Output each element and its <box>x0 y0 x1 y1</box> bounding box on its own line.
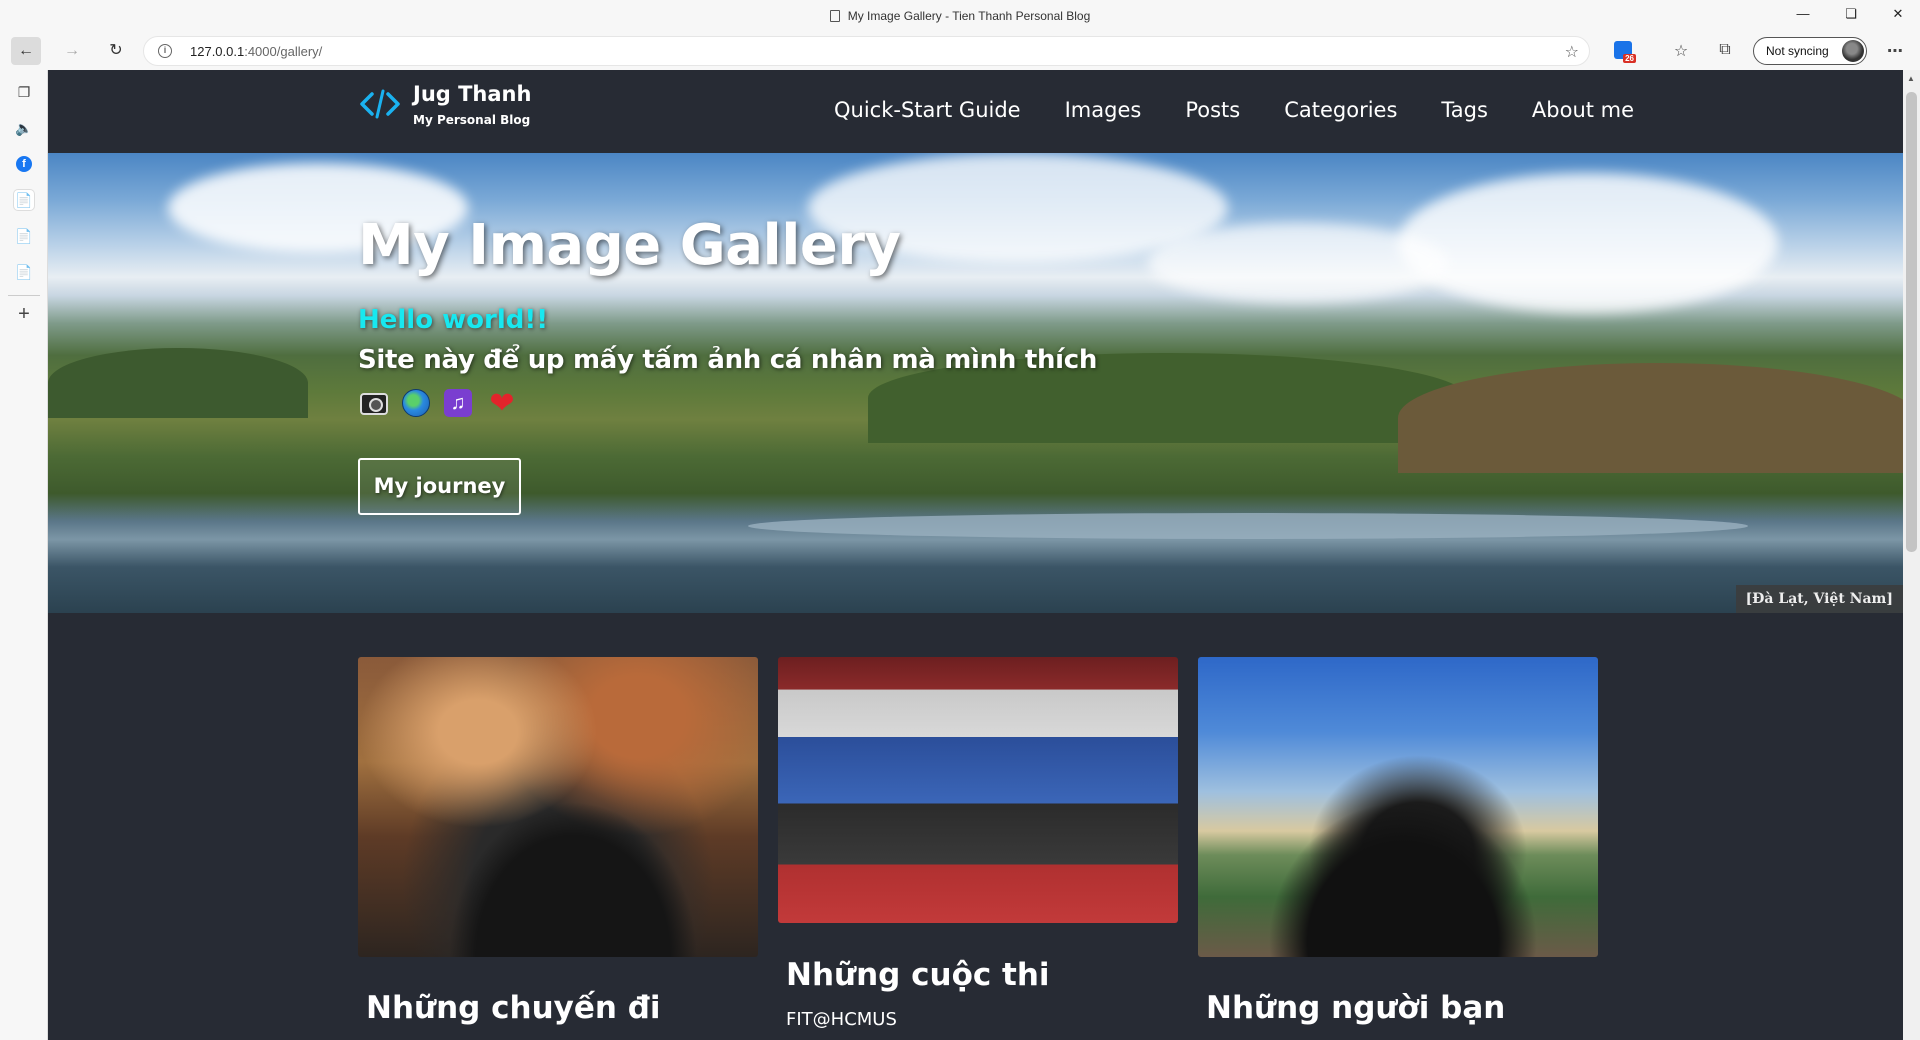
gallery-image-friends[interactable] <box>1198 657 1598 957</box>
extension-icon[interactable]: 26 <box>1614 41 1636 63</box>
page-tab-icon[interactable]: 📄 <box>14 190 34 210</box>
hero-icons: ♫ ❤ <box>360 389 518 419</box>
facebook-tab-icon[interactable]: f <box>16 156 32 172</box>
divider <box>8 295 40 296</box>
gallery-card-title[interactable]: Những người bạn <box>1206 990 1505 1026</box>
site-info-icon[interactable]: i <box>158 44 172 58</box>
tab-title-text: My Image Gallery - Tien Thanh Personal B… <box>847 9 1091 23</box>
globe-icon <box>402 389 430 417</box>
music-icon: ♫ <box>444 389 472 417</box>
gallery-image-trips[interactable] <box>358 657 758 957</box>
page-viewport: Jug Thanh My Personal Blog Quick-Start G… <box>48 70 1903 1040</box>
nav-categories[interactable]: Categories <box>1262 90 1419 130</box>
url-path: :4000/gallery/ <box>244 44 323 59</box>
favorites-icon[interactable]: ☆ <box>1670 41 1692 61</box>
tab-title: My Image Gallery - Tien Thanh Personal B… <box>0 9 1920 23</box>
brand-subtitle: My Personal Blog <box>413 113 531 127</box>
scroll-up-arrow[interactable]: ▲ <box>1907 74 1915 83</box>
maximize-button[interactable]: ❏ <box>1829 0 1873 30</box>
image-caption: [Đà Lạt, Việt Nam] <box>1735 585 1903 613</box>
gallery-card-title[interactable]: Những cuộc thi <box>786 957 1050 993</box>
browser-toolbar: ← → ↻ i 127.0.0.1:4000/gallery/ ☆ <box>0 33 1920 70</box>
minimize-button[interactable]: — <box>1781 0 1825 30</box>
nav-images[interactable]: Images <box>1043 90 1164 130</box>
hero-description: Site này để up mấy tấm ảnh cá nhân mà mì… <box>358 345 1098 375</box>
hill <box>1398 363 1903 473</box>
url-host: 127.0.0.1 <box>190 44 245 59</box>
photo-figures <box>448 801 698 957</box>
my-journey-button[interactable]: My journey <box>358 458 521 515</box>
heart-icon: ❤ <box>489 387 515 420</box>
cloud <box>1148 223 1448 303</box>
site-navbar: Jug Thanh My Personal Blog Quick-Start G… <box>48 70 1903 153</box>
back-button[interactable]: ← <box>11 37 41 65</box>
page-tab-icon[interactable]: 📄 <box>14 226 34 246</box>
gallery-card-title[interactable]: Những chuyến đi <box>366 990 661 1026</box>
more-menu-icon[interactable]: ⋯ <box>1884 41 1906 61</box>
address-bar[interactable]: i 127.0.0.1:4000/gallery/ ☆ <box>143 36 1590 66</box>
gallery-card-subtitle: FIT@HCMUS <box>786 1009 897 1030</box>
collections-icon[interactable]: ⧉ <box>1714 41 1736 59</box>
browser-titlebar: My Image Gallery - Tien Thanh Personal B… <box>0 0 1920 33</box>
nav-about-me[interactable]: About me <box>1510 90 1656 130</box>
main-nav: Quick-Start Guide Images Posts Categorie… <box>812 90 1656 130</box>
tab-actions-icon[interactable]: ❐ <box>14 82 34 102</box>
sync-label: Not syncing <box>1766 44 1829 58</box>
camera-icon <box>360 393 388 415</box>
nav-posts[interactable]: Posts <box>1163 90 1262 130</box>
reload-button[interactable]: ↻ <box>101 37 131 65</box>
page-title: My Image Gallery <box>358 213 901 278</box>
vertical-tab-sidebar: ❐ 🔈 f 📄 📄 📄 + <box>0 70 48 1040</box>
brand-title[interactable]: Jug Thanh <box>413 82 531 106</box>
profile-sync-button[interactable]: Not syncing <box>1753 37 1867 65</box>
add-favorite-icon[interactable]: ☆ <box>1565 42 1579 62</box>
new-tab-icon[interactable]: + <box>14 304 34 324</box>
hero-banner: My Image Gallery Hello world!! Site này … <box>48 153 1903 613</box>
scrollbar-thumb[interactable] <box>1906 92 1917 552</box>
speaker-icon[interactable]: 🔈 <box>14 118 34 138</box>
photo-figures <box>1268 801 1538 957</box>
nav-quick-start-guide[interactable]: Quick-Start Guide <box>812 90 1043 130</box>
lake <box>748 513 1748 539</box>
code-icon[interactable] <box>360 88 400 120</box>
page-tab-icon[interactable]: 📄 <box>14 262 34 282</box>
forward-button[interactable]: → <box>57 37 87 65</box>
cloud <box>1398 173 1778 313</box>
close-window-button[interactable]: ✕ <box>1876 0 1920 30</box>
extension-badge-count: 26 <box>1623 54 1636 63</box>
nav-tags[interactable]: Tags <box>1419 90 1510 130</box>
url-text: 127.0.0.1:4000/gallery/ <box>190 44 322 59</box>
hero-hello-text: Hello world!! <box>358 305 549 335</box>
page-scrollbar[interactable]: ▲ <box>1903 70 1920 1040</box>
avatar <box>1842 40 1864 62</box>
page-icon <box>829 10 840 22</box>
hill <box>48 348 308 418</box>
gallery-image-contests[interactable] <box>778 657 1178 923</box>
